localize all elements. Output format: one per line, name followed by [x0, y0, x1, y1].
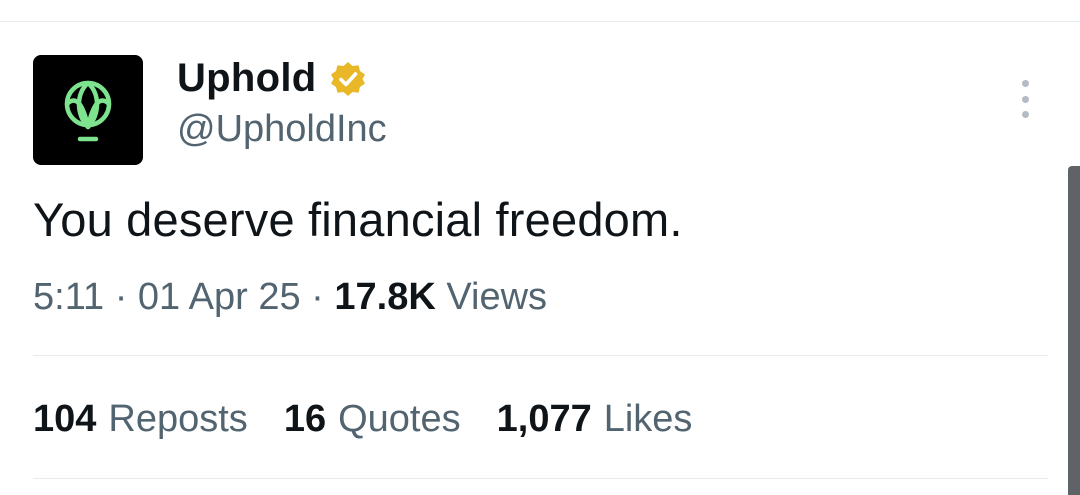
- top-divider: [0, 21, 1080, 22]
- tweet-date[interactable]: 01 Apr 25: [138, 276, 301, 318]
- meta-separator: ·: [114, 276, 128, 318]
- reposts-stat[interactable]: 104 Reposts: [33, 398, 248, 441]
- quotes-stat[interactable]: 16 Quotes: [284, 398, 461, 441]
- verified-badge-icon: [329, 60, 367, 98]
- divider: [33, 355, 1048, 356]
- likes-label: Likes: [603, 398, 693, 440]
- meta-separator: ·: [311, 276, 324, 318]
- views-count[interactable]: 17.8K: [334, 276, 435, 318]
- reposts-label: Reposts: [108, 398, 248, 440]
- divider: [33, 478, 1048, 479]
- tweet-meta: 5:11 · 01 Apr 25 · 17.8K Views: [33, 276, 547, 319]
- scrollbar[interactable]: [1068, 166, 1080, 495]
- tweet-time[interactable]: 5:11: [33, 276, 104, 318]
- handle[interactable]: @UpholdInc: [177, 108, 387, 151]
- likes-stat[interactable]: 1,077 Likes: [497, 398, 693, 441]
- views-label[interactable]: Views: [446, 276, 547, 318]
- more-options-icon[interactable]: [1010, 80, 1040, 118]
- likes-count: 1,077: [496, 398, 592, 440]
- reposts-count: 104: [33, 398, 97, 440]
- name-row: Uphold: [177, 56, 367, 101]
- avatar[interactable]: [33, 55, 143, 165]
- quotes-count: 16: [283, 398, 327, 440]
- tweet-text: You deserve financial freedom.: [33, 193, 683, 246]
- uphold-logo-icon: [64, 80, 112, 142]
- engagement-stats: 104 Reposts 16 Quotes 1,077 Likes: [33, 398, 728, 441]
- quotes-label: Quotes: [338, 398, 461, 440]
- display-name[interactable]: Uphold: [177, 56, 317, 101]
